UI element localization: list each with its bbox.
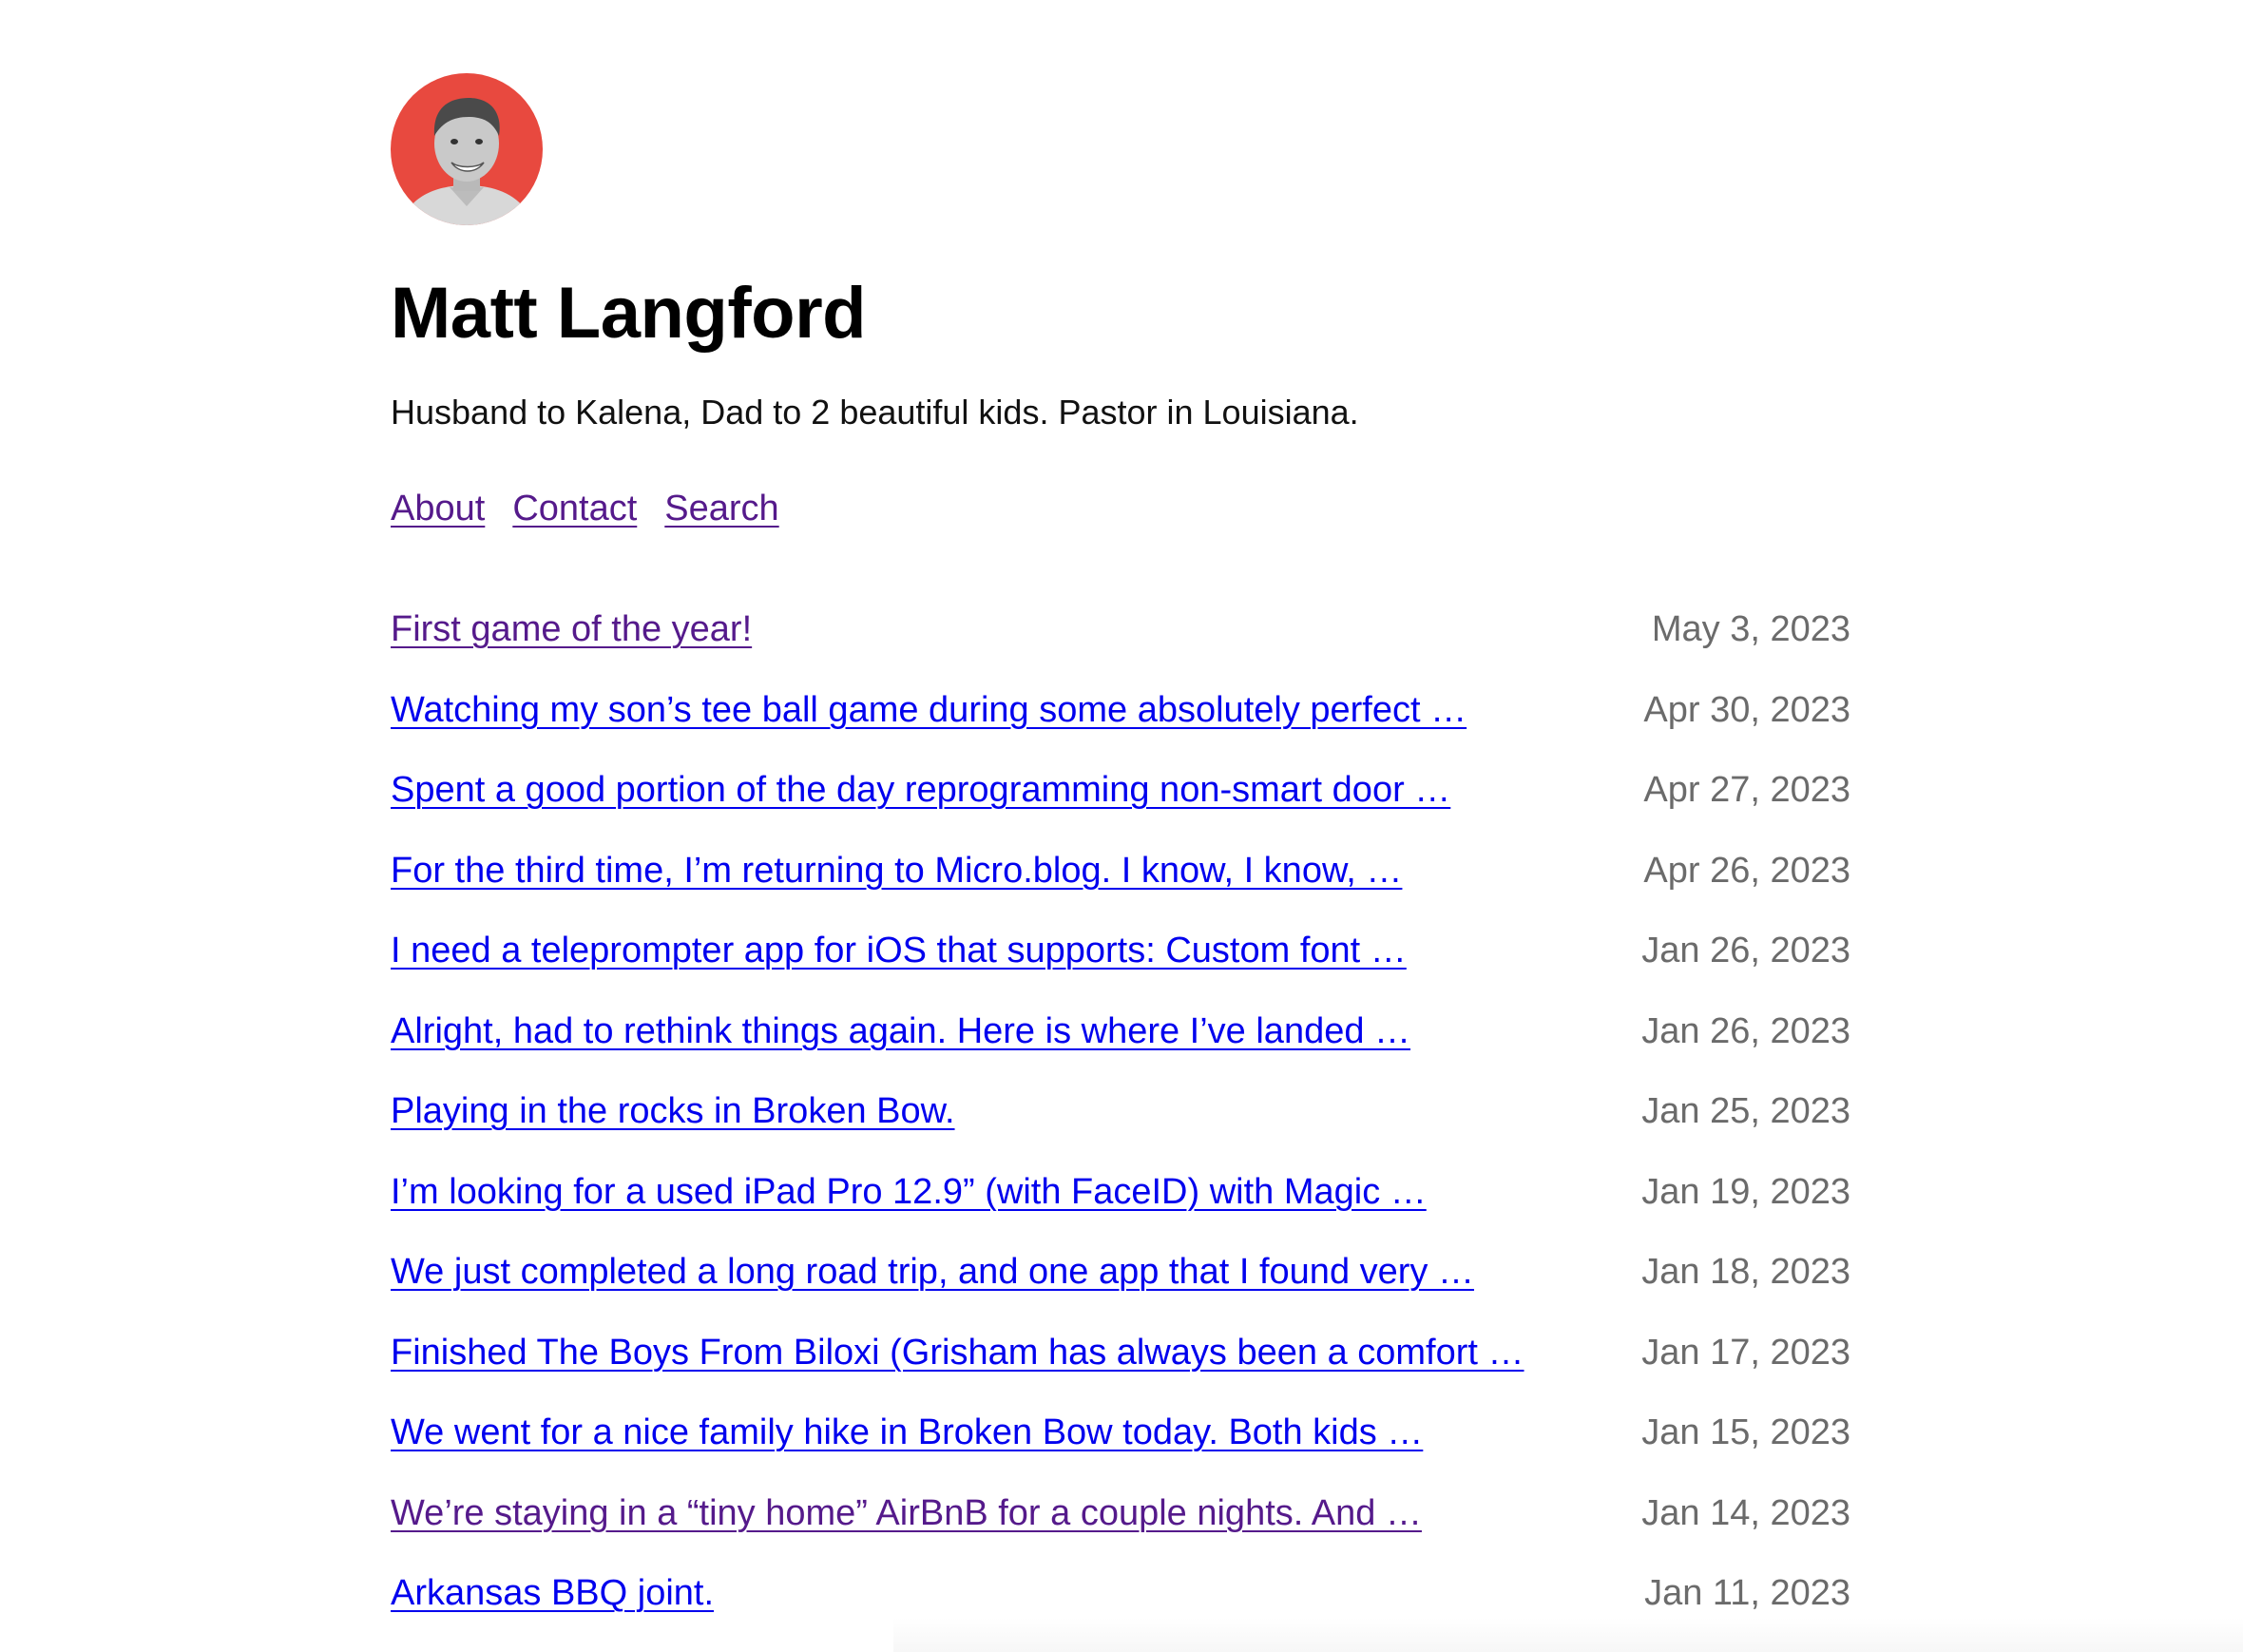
post-date: Jan 19, 2023	[1641, 1171, 1850, 1212]
post-link[interactable]: I’m looking for a used iPad Pro 12.9” (w…	[391, 1172, 1427, 1213]
main-content: Matt Langford Husband to Kalena, Dad to …	[391, 73, 1850, 1652]
site-bio: Husband to Kalena, Dad to 2 beautiful ki…	[391, 393, 1359, 432]
post-date: Jan 17, 2023	[1641, 1332, 1850, 1373]
nav-link-contact[interactable]: Contact	[512, 486, 637, 531]
page: Matt Langford Husband to Kalena, Dad to …	[0, 0, 2243, 1652]
post-date: Jan 25, 2023	[1641, 1091, 1850, 1131]
post-date: Jan 11, 2023	[1644, 1573, 1850, 1613]
post-link[interactable]: Spent a good portion of the day reprogra…	[391, 770, 1450, 811]
post-date: Apr 27, 2023	[1643, 770, 1850, 810]
post-link[interactable]: Arkansas BBQ joint.	[391, 1573, 714, 1614]
post-row: For the third time, I’m returning to Mic…	[391, 851, 1850, 932]
nav-link-search[interactable]: Search	[664, 486, 778, 531]
post-date: Jan 26, 2023	[1641, 1010, 1850, 1051]
main-nav: About Contact Search	[391, 486, 1850, 531]
post-row: I’m looking for a used iPad Pro 12.9” (w…	[391, 1172, 1850, 1253]
post-row: Playing in the rocks in Broken Bow. Jan …	[391, 1091, 1850, 1172]
post-link[interactable]: Finished The Boys From Biloxi (Grisham h…	[391, 1333, 1524, 1373]
post-date: Jan 18, 2023	[1641, 1252, 1850, 1292]
post-date: Apr 30, 2023	[1643, 689, 1850, 730]
site-title[interactable]: Matt Langford	[391, 271, 1850, 356]
post-date: May 3, 2023	[1651, 609, 1850, 649]
post-link[interactable]: For the third time, I’m returning to Mic…	[391, 851, 1402, 892]
post-row: Alright, had to rethink things again. He…	[391, 1011, 1850, 1092]
post-link[interactable]: Alright, had to rethink things again. He…	[391, 1011, 1410, 1052]
post-row: Spent a good portion of the day reprogra…	[391, 770, 1850, 851]
post-date: Jan 15, 2023	[1641, 1412, 1850, 1452]
post-link[interactable]: We went for a nice family hike in Broken…	[391, 1412, 1423, 1453]
nav-link-about[interactable]: About	[391, 486, 485, 531]
post-date: Apr 26, 2023	[1643, 850, 1850, 891]
post-link[interactable]: We’re staying in a “tiny home” AirBnB fo…	[391, 1493, 1422, 1534]
post-date: Jan 26, 2023	[1641, 931, 1850, 970]
post-row: We just completed a long road trip, and …	[391, 1252, 1850, 1333]
avatar-photo	[391, 73, 543, 225]
post-date: Jan 14, 2023	[1641, 1492, 1850, 1533]
post-row: First game of the year! May 3, 2023	[391, 609, 1850, 690]
post-row: Finished The Boys From Biloxi (Grisham h…	[391, 1333, 1850, 1413]
post-link[interactable]: First game of the year!	[391, 609, 752, 650]
post-row: I need a teleprompter app for iOS that s…	[391, 931, 1850, 1011]
post-row: We’re staying in a “tiny home” AirBnB fo…	[391, 1493, 1850, 1574]
post-link[interactable]: I need a teleprompter app for iOS that s…	[391, 931, 1407, 971]
post-row: We went for a nice family hike in Broken…	[391, 1412, 1850, 1493]
post-row: Arkansas BBQ joint. Jan 11, 2023	[391, 1573, 1850, 1652]
post-link[interactable]: Playing in the rocks in Broken Bow.	[391, 1091, 955, 1132]
post-row: Watching my son’s tee ball game during s…	[391, 690, 1850, 771]
avatar[interactable]	[391, 73, 543, 225]
post-list: First game of the year! May 3, 2023 Watc…	[391, 609, 1850, 1652]
post-link[interactable]: We just completed a long road trip, and …	[391, 1252, 1474, 1293]
post-link[interactable]: Watching my son’s tee ball game during s…	[391, 690, 1467, 731]
